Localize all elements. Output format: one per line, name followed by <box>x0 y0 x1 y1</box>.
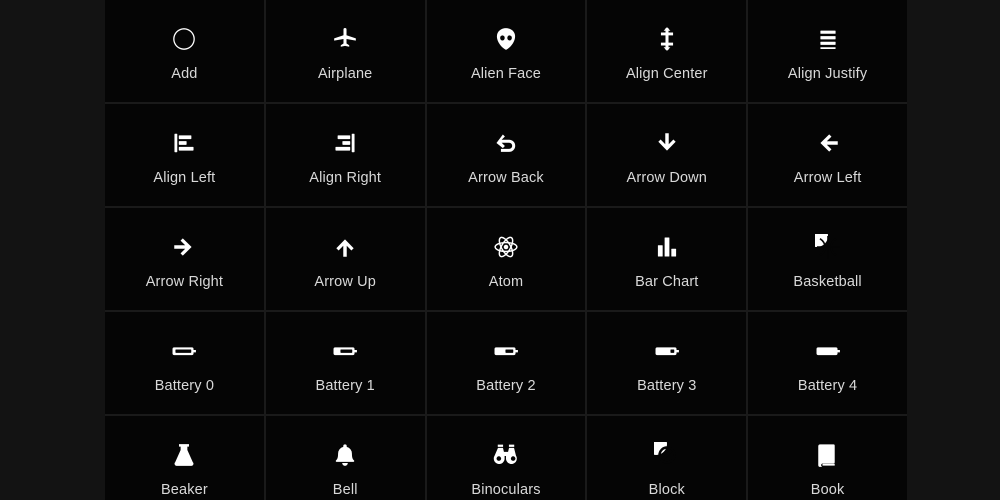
icon-tile[interactable]: Align Justify <box>748 0 907 102</box>
icon-tile[interactable]: Battery 2 <box>426 312 586 414</box>
book-icon <box>814 441 842 469</box>
icon-label: Airplane <box>317 65 373 82</box>
icon-tile[interactable]: Battery 1 <box>265 312 425 414</box>
icon-label: Atom <box>488 273 524 290</box>
icon-tile[interactable]: Align Center <box>587 0 747 102</box>
align-center-icon <box>653 25 681 53</box>
icon-tile[interactable]: Binoculars <box>426 416 586 500</box>
block-icon <box>653 441 681 469</box>
icon-label: Block <box>648 481 685 498</box>
atom-icon <box>492 233 520 261</box>
icon-tile[interactable]: Bar Chart <box>587 208 747 310</box>
icon-label: Book <box>810 481 845 498</box>
icon-label: Battery 0 <box>154 377 215 394</box>
icon-label: Battery 3 <box>637 377 697 394</box>
binoculars-icon <box>492 441 520 469</box>
icon-tile[interactable]: Arrow Down <box>587 104 747 206</box>
icon-label: Bell <box>332 481 358 498</box>
battery-2-icon <box>492 337 520 365</box>
icon-label: Arrow Down <box>626 169 708 186</box>
icon-label: Arrow Right <box>145 273 224 290</box>
icon-label: Binoculars <box>471 481 541 498</box>
icon-label: Arrow Back <box>468 169 544 186</box>
icon-label: Alien Face <box>470 65 541 82</box>
battery-1-icon <box>331 337 359 365</box>
icon-tile[interactable]: Basketball <box>748 208 907 310</box>
bell-icon <box>331 441 359 469</box>
icon-tile[interactable]: Airplane <box>265 0 425 102</box>
icon-label: Arrow Up <box>314 273 377 290</box>
arrow-up-icon <box>331 233 359 261</box>
icon-tile[interactable]: Battery 3 <box>587 312 747 414</box>
arrow-left-icon <box>814 129 842 157</box>
icon-tile[interactable]: Beaker <box>105 416 264 500</box>
icon-label: Battery 2 <box>476 377 536 394</box>
icon-label: Arrow Left <box>793 169 862 186</box>
icon-tile[interactable]: Atom <box>426 208 586 310</box>
icon-label: Add <box>171 65 198 82</box>
arrow-back-icon <box>492 129 520 157</box>
icon-tile[interactable]: Align Left <box>105 104 264 206</box>
icon-tile[interactable]: Add <box>105 0 264 102</box>
icon-label: Bar Chart <box>635 273 699 290</box>
arrow-right-icon <box>170 233 198 261</box>
align-left-icon <box>170 129 198 157</box>
battery-0-icon <box>170 337 198 365</box>
plus-circle-icon <box>170 25 198 53</box>
battery-3-icon <box>653 337 681 365</box>
icon-tile[interactable]: Battery 4 <box>748 312 907 414</box>
icon-gallery-page: Add Airplane Alien Face Align Center Align J… <box>0 0 1000 500</box>
icon-label: Align Justify <box>787 65 868 82</box>
icon-tile[interactable]: Battery 0 <box>105 312 264 414</box>
basketball-icon <box>814 233 842 261</box>
icon-tile[interactable]: Arrow Back <box>426 104 586 206</box>
icon-tile[interactable]: Bell <box>265 416 425 500</box>
icon-tile[interactable]: Arrow Right <box>105 208 264 310</box>
icon-tile[interactable]: Align Right <box>265 104 425 206</box>
beaker-icon <box>170 441 198 469</box>
icon-label: Align Left <box>153 169 216 186</box>
icon-tile[interactable]: Arrow Left <box>748 104 907 206</box>
arrow-down-icon <box>653 129 681 157</box>
align-justify-icon <box>814 25 842 53</box>
gallery-container: Add Airplane Alien Face Align Center Align J… <box>105 0 907 500</box>
airplane-icon <box>331 25 359 53</box>
icon-grid: Add Airplane Alien Face Align Center Align J… <box>105 0 907 500</box>
icon-tile[interactable]: Alien Face <box>426 0 586 102</box>
icon-label: Battery 4 <box>797 377 858 394</box>
icon-label: Battery 1 <box>315 377 375 394</box>
icon-tile[interactable]: Book <box>748 416 907 500</box>
bar-chart-icon <box>653 233 681 261</box>
icon-label: Beaker <box>160 481 208 498</box>
battery-4-icon <box>814 337 842 365</box>
icon-label: Basketball <box>793 273 862 290</box>
icon-label: Align Center <box>625 65 708 82</box>
icon-tile[interactable]: Block <box>587 416 747 500</box>
icon-tile[interactable]: Arrow Up <box>265 208 425 310</box>
alien-face-icon <box>492 25 520 53</box>
icon-label: Align Right <box>309 169 382 186</box>
align-right-icon <box>331 129 359 157</box>
